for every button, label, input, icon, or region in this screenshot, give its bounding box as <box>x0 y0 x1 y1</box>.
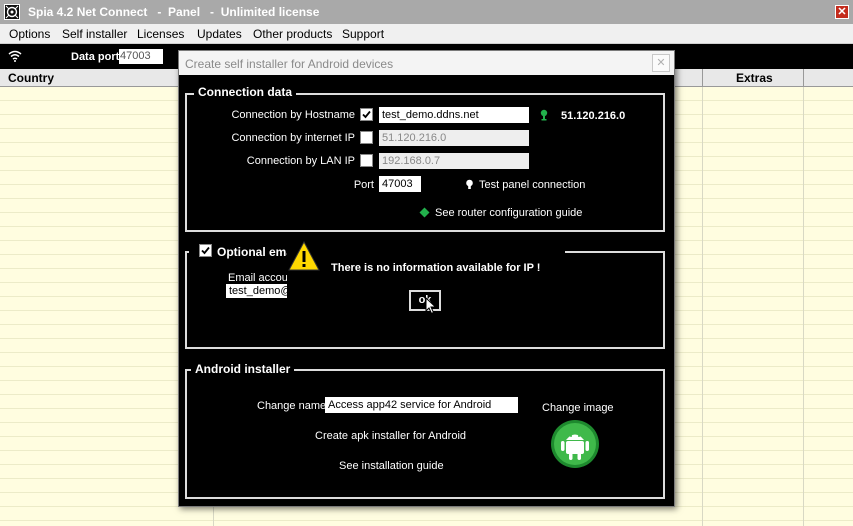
diamond-green-icon <box>419 207 430 221</box>
menu-options[interactable]: Options <box>9 27 50 41</box>
android-icon[interactable] <box>550 419 600 469</box>
internet-ip-input[interactable]: 51.120.216.0 <box>379 130 529 146</box>
status-green-icon <box>539 109 549 124</box>
connection-data-legend: Connection data <box>194 85 297 99</box>
menu-updates[interactable]: Updates <box>197 27 242 41</box>
menu-other-products[interactable]: Other products <box>253 27 332 41</box>
internet-ip-checkbox[interactable] <box>360 131 373 144</box>
grid-line <box>803 87 804 526</box>
lan-ip-checkbox[interactable] <box>360 154 373 167</box>
email-account-label: Email accour <box>228 272 292 284</box>
data-port-input[interactable]: 47003 <box>119 49 163 64</box>
port-label: Port <box>353 179 374 191</box>
grid-line <box>702 87 703 526</box>
warning-message: There is no information available for IP… <box>331 262 541 274</box>
create-apk-button[interactable]: Create apk installer for Android <box>315 430 466 442</box>
android-installer-legend: Android installer <box>191 362 295 376</box>
router-guide-link[interactable]: See router configuration guide <box>435 207 582 219</box>
email-checkbox[interactable] <box>199 244 212 257</box>
title-bar: Spia 4.2 Net Connect - Panel - Unlimited… <box>0 0 853 24</box>
change-name-label: Change name <box>257 400 327 412</box>
wifi-icon <box>8 50 22 65</box>
android-installer-dialog: Create self installer for Android device… <box>178 50 675 507</box>
warning-popup: There is no information available for IP… <box>287 239 565 331</box>
installation-guide-link[interactable]: See installation guide <box>339 460 444 472</box>
change-name-input[interactable]: Access app42 service for Android <box>325 397 518 413</box>
column-divider[interactable] <box>803 69 804 87</box>
window-title: Spia 4.2 Net Connect - Panel - Unlimited… <box>28 5 320 19</box>
bulb-icon <box>465 179 474 194</box>
email-account-input[interactable]: test_demo@ <box>226 284 288 298</box>
column-header-extras[interactable]: Extras <box>736 71 773 85</box>
menu-support[interactable]: Support <box>342 27 384 41</box>
column-header-country[interactable]: Country <box>8 71 54 85</box>
mouse-cursor-icon <box>425 296 437 318</box>
port-input[interactable]: 47003 <box>379 176 421 192</box>
internet-ip-label: Connection by internet IP <box>231 132 355 144</box>
dialog-title-bar: Create self installer for Android device… <box>179 51 674 75</box>
menu-licenses[interactable]: Licenses <box>137 27 184 41</box>
email-legend-area: Optional ema <box>189 241 293 261</box>
window-close-button[interactable]: ✕ <box>835 5 849 19</box>
change-image-label: Change image <box>542 402 614 414</box>
menu-bar: Options Self installer Licenses Updates … <box>0 24 853 44</box>
dialog-title: Create self installer for Android device… <box>185 57 394 71</box>
hostname-label: Connection by Hostname <box>231 109 355 121</box>
hostname-input[interactable]: test_demo.ddns.net <box>379 107 529 123</box>
warning-icon <box>288 240 320 274</box>
email-legend: Optional ema <box>217 245 294 259</box>
column-divider[interactable] <box>702 69 703 87</box>
menu-self-installer[interactable]: Self installer <box>62 27 127 41</box>
lan-ip-label: Connection by LAN IP <box>246 155 355 167</box>
data-port-label: Data port <box>71 51 120 63</box>
test-connection-link[interactable]: Test panel connection <box>479 179 585 191</box>
hostname-checkbox[interactable] <box>360 108 373 121</box>
public-ip-value: 51.120.216.0 <box>561 110 626 122</box>
dialog-close-button[interactable]: ✕ <box>652 54 670 72</box>
app-icon <box>4 4 20 20</box>
lan-ip-input[interactable]: 192.168.0.7 <box>379 153 529 169</box>
